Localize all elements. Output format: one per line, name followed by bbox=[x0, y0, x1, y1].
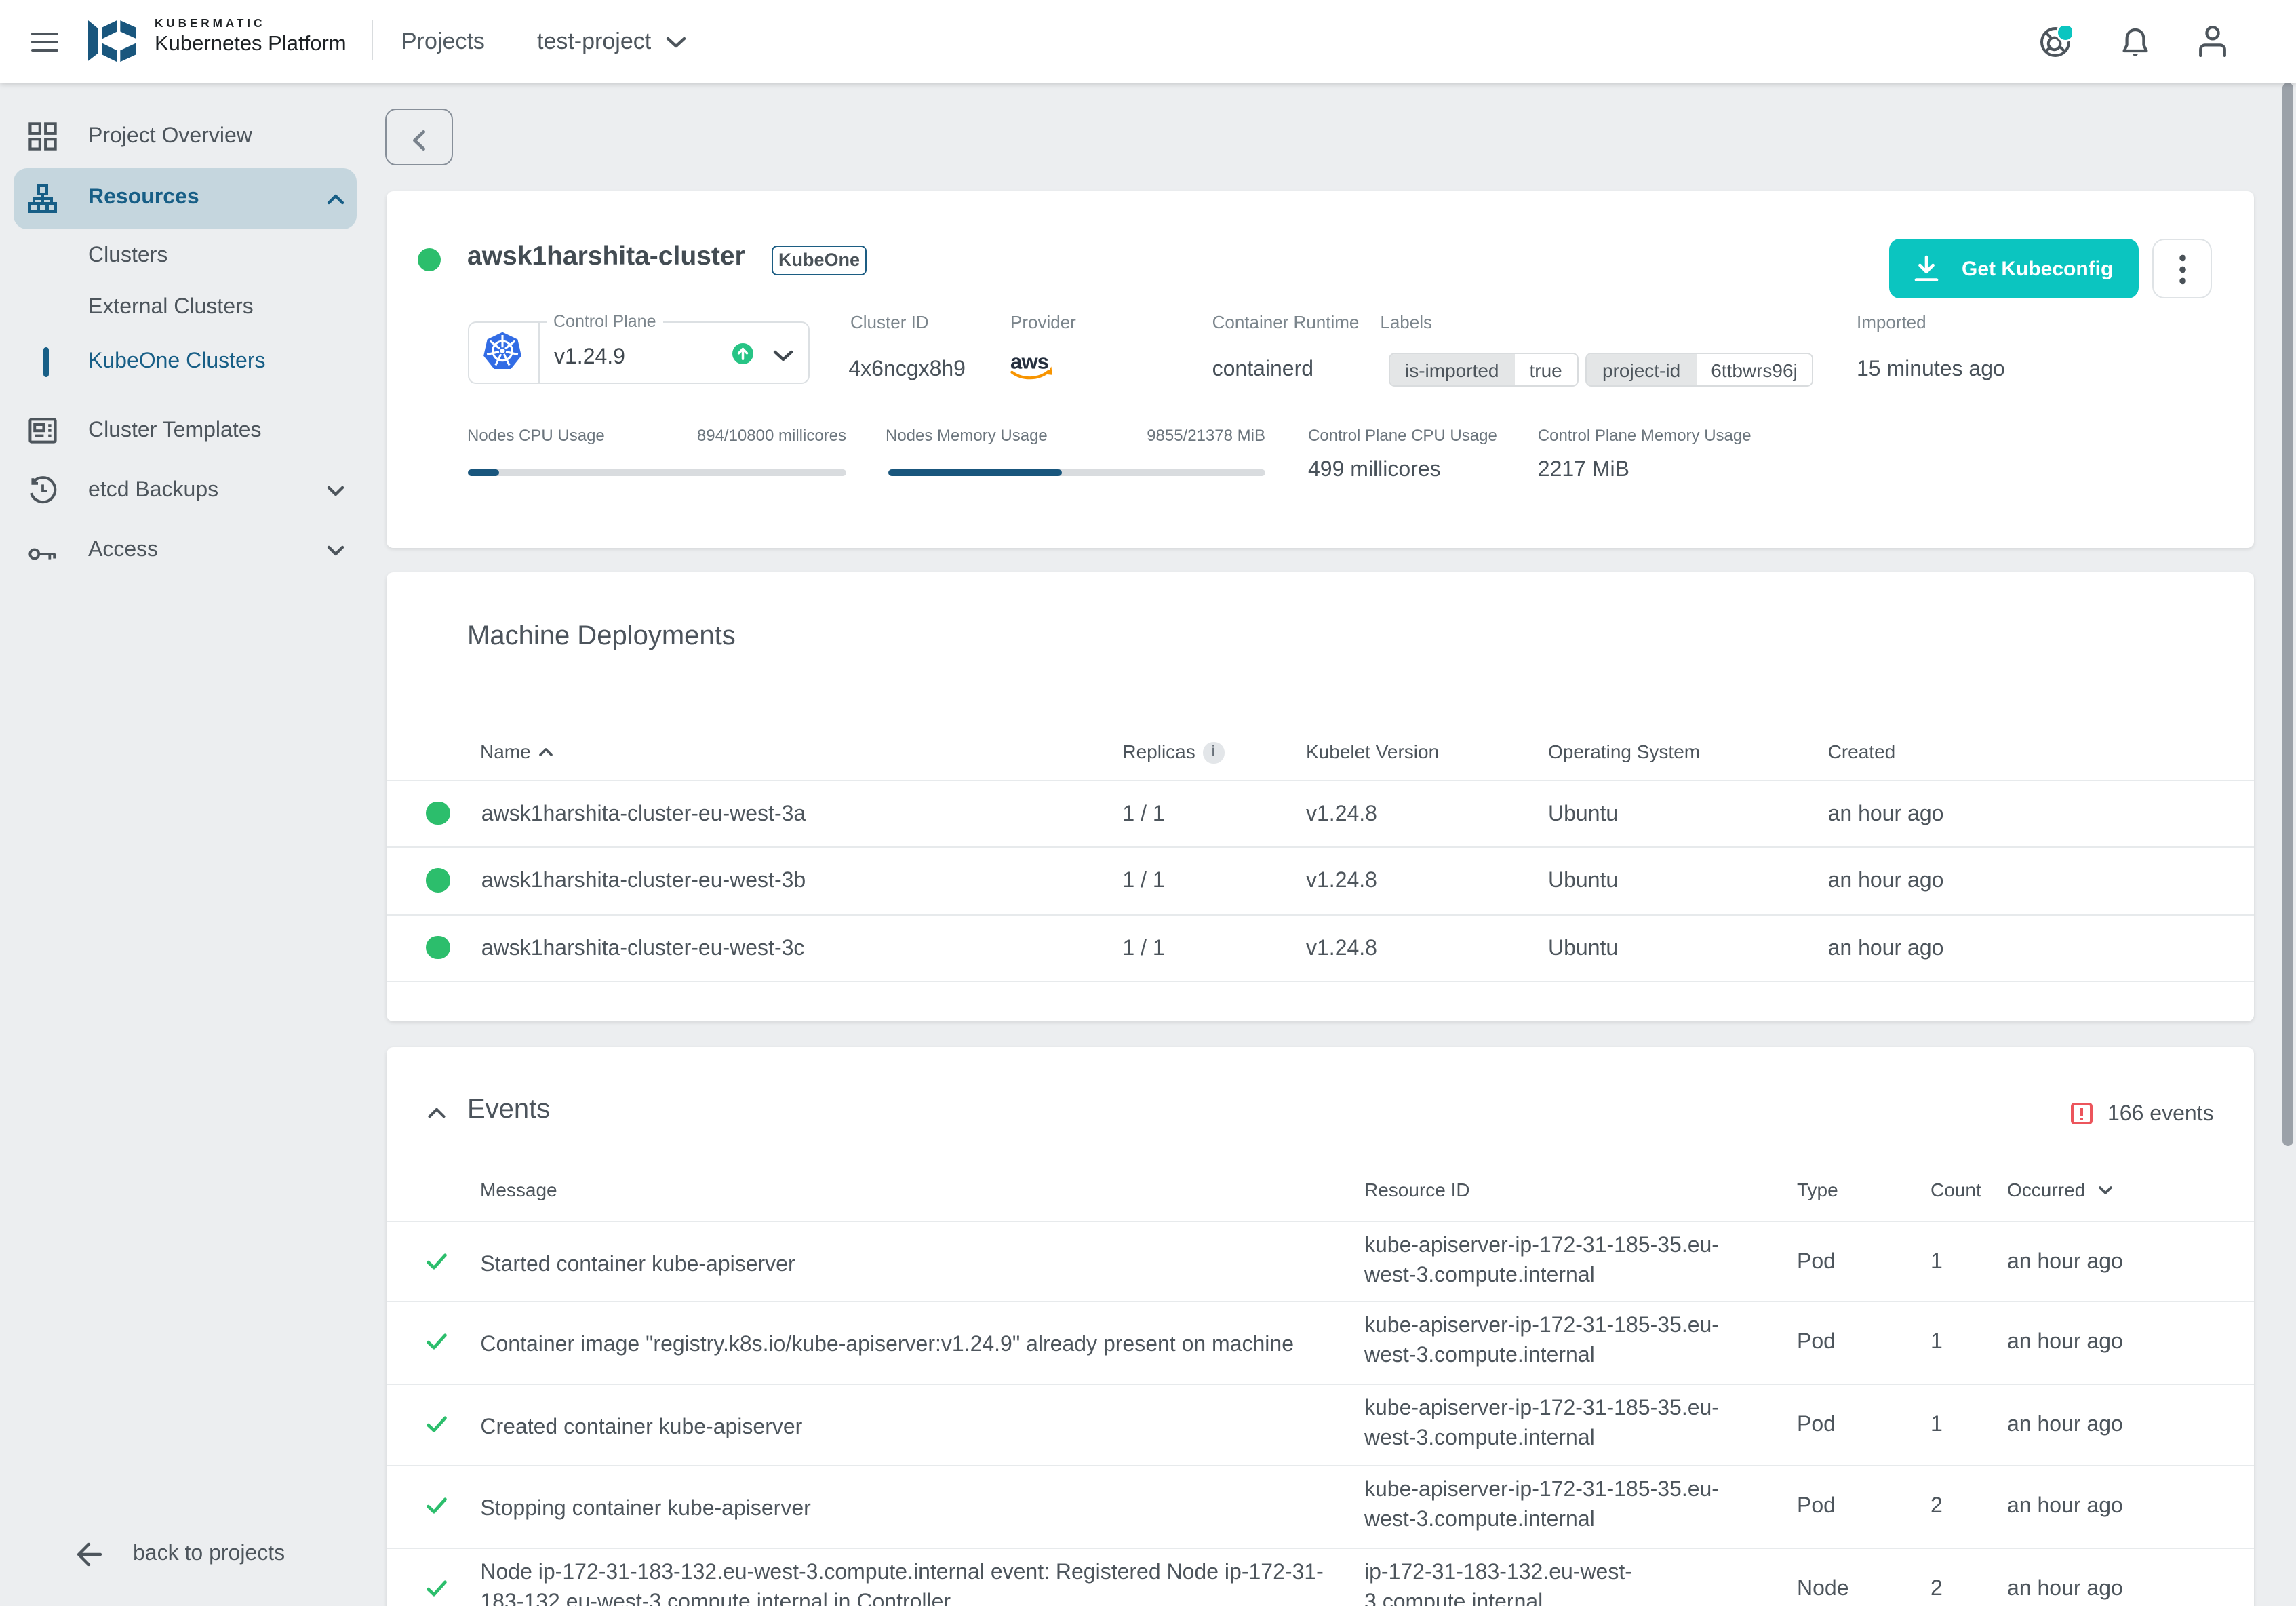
svg-text:aws: aws bbox=[1010, 349, 1048, 373]
